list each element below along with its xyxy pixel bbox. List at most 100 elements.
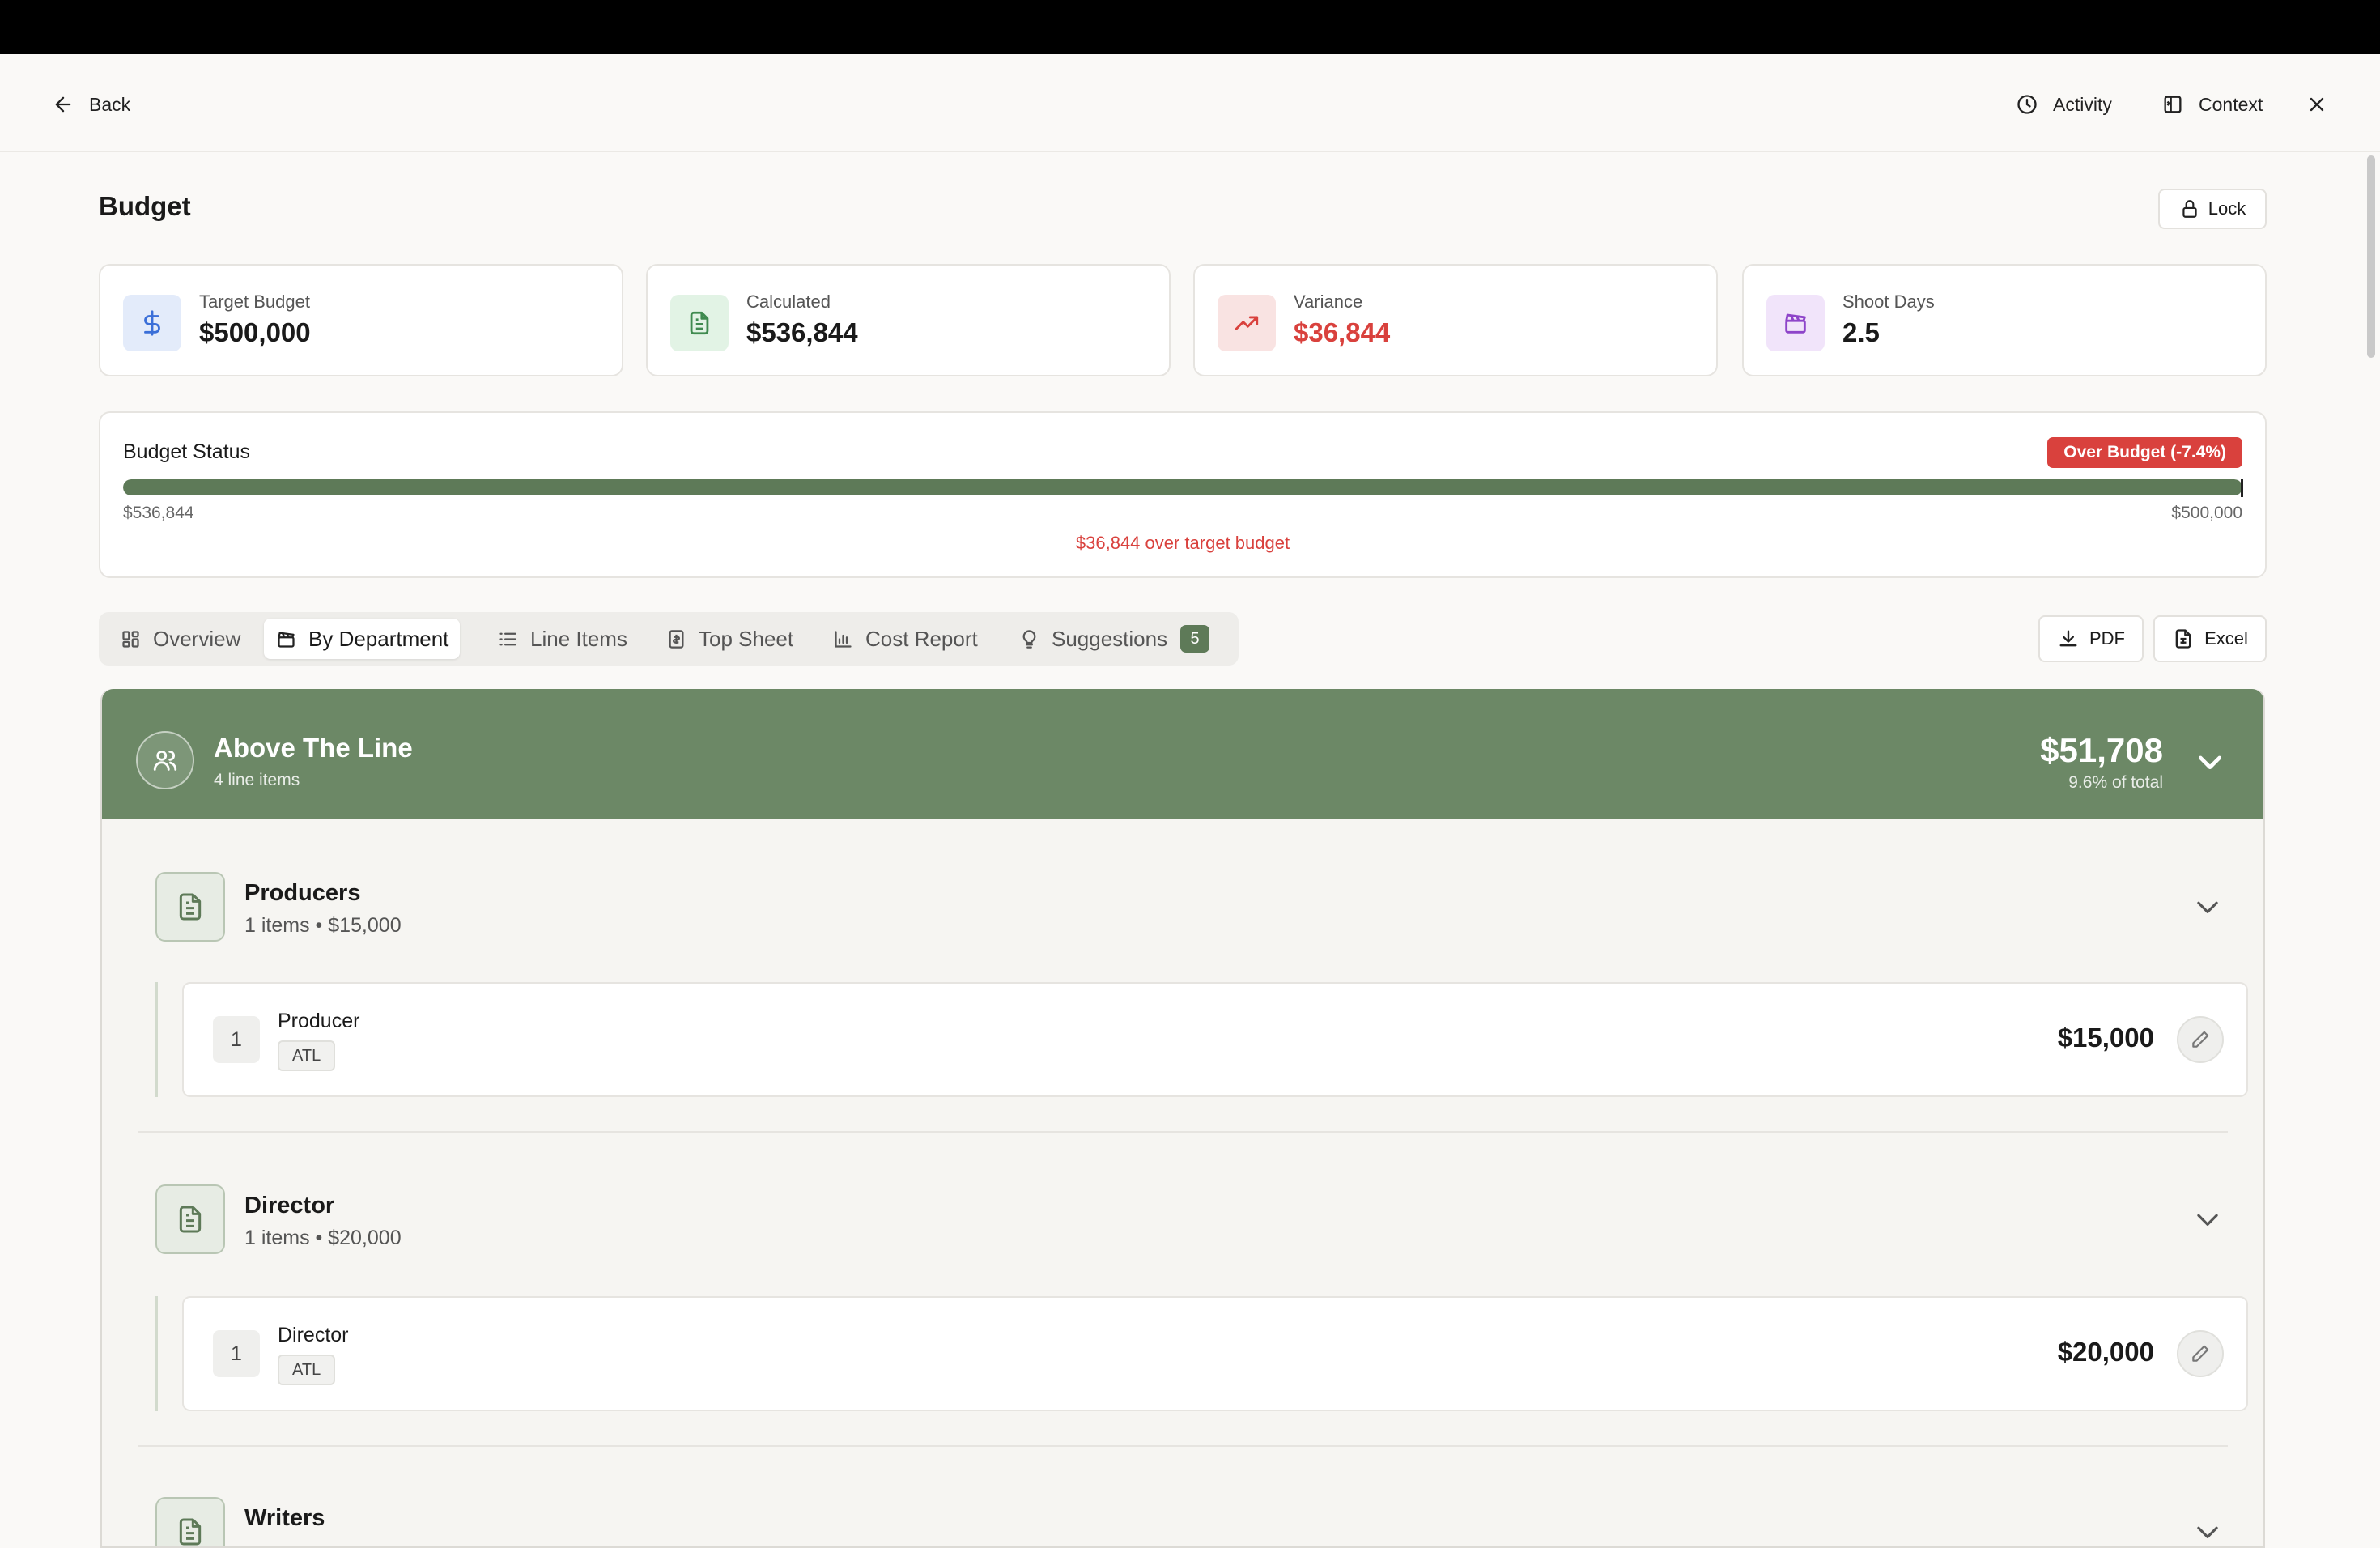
edit-button[interactable] bbox=[2177, 1016, 2224, 1063]
lock-label: Lock bbox=[2208, 198, 2246, 219]
page-title: Budget bbox=[99, 191, 191, 221]
spreadsheet-icon bbox=[2175, 629, 2191, 649]
subgroup-header[interactable]: Producers 1 items • $15,000 bbox=[155, 872, 2244, 945]
back-button[interactable]: Back bbox=[52, 87, 130, 122]
stat-value: $36,844 bbox=[1294, 317, 1391, 347]
subgroup-icon-box bbox=[155, 1184, 225, 1254]
divider bbox=[138, 1131, 2228, 1133]
subgroup-meta: 1 items • $15,000 bbox=[244, 914, 402, 937]
pencil-icon bbox=[2192, 1345, 2209, 1362]
line-item-row[interactable]: 1 Director ATL $20,000 bbox=[182, 1296, 2248, 1411]
subgroup-meta: 1 items • $20,000 bbox=[244, 1227, 402, 1249]
trending-up-icon bbox=[1235, 316, 1259, 330]
budget-progress-track bbox=[123, 479, 2242, 495]
close-button[interactable] bbox=[2306, 87, 2328, 122]
document-icon bbox=[179, 893, 202, 921]
grid-icon bbox=[122, 630, 139, 648]
stat-card-shoot-days: Shoot Days 2.5 bbox=[1742, 264, 2267, 376]
stat-label: Target Budget bbox=[199, 291, 310, 312]
download-icon bbox=[2059, 630, 2077, 647]
over-budget-text: $36,844 over target budget bbox=[1075, 533, 1290, 553]
line-item-tag: ATL bbox=[278, 1040, 336, 1071]
pdf-label: PDF bbox=[2089, 628, 2125, 649]
chevron-down-icon[interactable] bbox=[2192, 1516, 2223, 1547]
target-value-label: $500,000 bbox=[2171, 504, 2242, 522]
stat-label: Shoot Days bbox=[1842, 291, 1935, 312]
tab-label: Line Items bbox=[530, 626, 627, 651]
line-item-number: 1 bbox=[213, 1016, 260, 1063]
line-item-name: Producer bbox=[278, 1010, 360, 1032]
view-tabs: Overview By Department Line Items Top Sh… bbox=[99, 612, 1239, 666]
tab-label: Cost Report bbox=[865, 626, 978, 651]
budget-status-card: Budget Status Over Budget (-7.4%) $536,8… bbox=[99, 411, 2267, 578]
export-pdf-button[interactable]: PDF bbox=[2038, 615, 2144, 662]
stat-value: 2.5 bbox=[1842, 317, 1880, 347]
subgroup-icon-box bbox=[155, 872, 225, 942]
stat-card-calculated: Calculated $536,844 bbox=[646, 264, 1171, 376]
stat-card-variance: Variance $36,844 bbox=[1193, 264, 1718, 376]
tab-line-items[interactable]: Line Items bbox=[486, 619, 639, 659]
subgroup-title: Writers bbox=[244, 1505, 325, 1531]
line-item-number: 1 bbox=[213, 1330, 260, 1377]
budget-status-title: Budget Status bbox=[123, 440, 251, 463]
document-icon bbox=[179, 1518, 202, 1546]
tab-label: Overview bbox=[153, 626, 241, 651]
context-label: Context bbox=[2199, 93, 2263, 115]
tab-suggestions[interactable]: Suggestions 5 bbox=[1007, 619, 1221, 659]
stat-label: Variance bbox=[1294, 291, 1363, 312]
clock-icon bbox=[2017, 95, 2037, 114]
line-item-row[interactable]: 1 Producer ATL $15,000 bbox=[182, 982, 2248, 1097]
edit-button[interactable] bbox=[2177, 1330, 2224, 1377]
department-panel: Above The Line 4 line items $51,708 9.6%… bbox=[100, 689, 2265, 1548]
department-header[interactable]: Above The Line 4 line items $51,708 9.6%… bbox=[102, 689, 2263, 819]
line-item-amount: $20,000 bbox=[2057, 1337, 2154, 1367]
lock-button[interactable]: Lock bbox=[2158, 189, 2267, 229]
tab-cost-report[interactable]: Cost Report bbox=[821, 619, 989, 659]
stat-icon-bg bbox=[123, 295, 181, 351]
chevron-down-icon[interactable] bbox=[2194, 746, 2226, 778]
tab-overview[interactable]: Overview bbox=[108, 619, 252, 659]
stat-value: $536,844 bbox=[746, 317, 858, 347]
stat-card-target-budget: Target Budget $500,000 bbox=[99, 264, 623, 376]
over-budget-badge: Over Budget (-7.4%) bbox=[2047, 437, 2242, 468]
stat-icon-bg bbox=[1218, 295, 1276, 351]
subgroup-header[interactable]: Writers bbox=[155, 1497, 2244, 1547]
sheet-icon bbox=[669, 629, 684, 649]
pencil-icon bbox=[2192, 1031, 2209, 1048]
tab-label: By Department bbox=[308, 626, 449, 651]
context-button[interactable]: Context bbox=[2161, 87, 2263, 122]
department-total: $51,708 bbox=[2040, 731, 2163, 769]
department-subtitle: 4 line items bbox=[214, 771, 300, 789]
department-icon-circle bbox=[136, 731, 194, 789]
activity-button[interactable]: Activity bbox=[2016, 87, 2112, 122]
target-marker bbox=[2241, 479, 2243, 497]
stat-value: $500,000 bbox=[199, 317, 311, 347]
line-item-name: Director bbox=[278, 1324, 349, 1346]
divider bbox=[138, 1445, 2228, 1447]
line-items-list: 1 Director ATL $20,000 bbox=[155, 1296, 2248, 1411]
export-excel-button[interactable]: Excel bbox=[2153, 615, 2267, 662]
chevron-down-icon[interactable] bbox=[2192, 1204, 2223, 1235]
scrollbar[interactable] bbox=[2362, 154, 2380, 1548]
panel-icon bbox=[2164, 96, 2182, 113]
bar-chart-icon bbox=[835, 630, 852, 648]
clapperboard-icon bbox=[1785, 313, 1806, 334]
scrollbar-thumb[interactable] bbox=[2367, 155, 2375, 358]
line-item-tag: ATL bbox=[278, 1354, 336, 1385]
subgroup-header[interactable]: Director 1 items • $20,000 bbox=[155, 1184, 2244, 1257]
document-icon bbox=[690, 311, 709, 335]
tab-top-sheet[interactable]: Top Sheet bbox=[654, 619, 805, 659]
calculated-value-label: $536,844 bbox=[123, 504, 194, 522]
tab-label: Top Sheet bbox=[699, 626, 794, 651]
close-icon bbox=[2310, 97, 2324, 112]
arrow-left-icon bbox=[55, 96, 71, 113]
dollar-icon bbox=[144, 310, 160, 336]
chevron-down-icon[interactable] bbox=[2192, 891, 2223, 922]
tab-by-department[interactable]: By Department bbox=[264, 619, 461, 659]
lightbulb-icon bbox=[1022, 629, 1036, 649]
users-icon bbox=[153, 750, 177, 771]
excel-label: Excel bbox=[2204, 628, 2248, 649]
stat-icon-bg bbox=[1766, 295, 1825, 351]
clapperboard-icon bbox=[278, 632, 295, 648]
activity-label: Activity bbox=[2053, 93, 2112, 115]
